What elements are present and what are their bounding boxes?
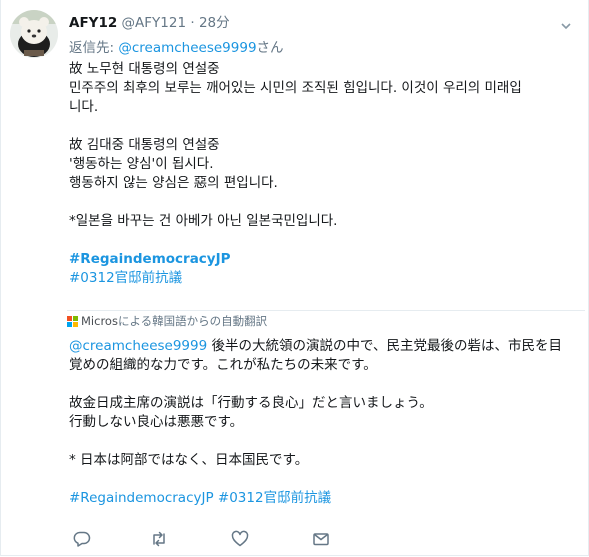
user-handle[interactable]: @AFY121 — [122, 15, 187, 31]
tweet-text: 故 노무현 대통령의 연설중 민주주의 최후의 보루는 깨어있는 시민의 조직된… — [69, 60, 579, 288]
separator-dot: · — [190, 15, 195, 31]
tweet-line: 故 김대중 대통령의 연설중 — [69, 137, 220, 153]
microsoft-logo-icon — [67, 316, 78, 327]
reply-mention-link[interactable]: @creamcheese9999 — [118, 40, 256, 56]
translation-provider[interactable]: Micros — [81, 314, 118, 328]
translation-line-rest: 後半の大統領の演説の中で、民主党最後の砦は、市民を目 — [207, 338, 562, 354]
hashtag-link[interactable]: #0312官邸前抗議 — [69, 269, 579, 288]
hashtag-link[interactable]: #RegaindemocracyJP — [69, 250, 579, 269]
tweet-line: 민주주의 최후의 보루는 깨어있는 시민의 조직된 힘입니다. 이것이 우리의 … — [69, 80, 522, 96]
translation-line: 行動しない良心は悪悪です。 — [69, 414, 244, 430]
tweet-line: *일본을 바꾸는 건 아베가 아닌 일본국민입니다. — [69, 213, 338, 229]
translation-line: 故金日成主席の演説は「行動する良心」だと言いましょう。 — [69, 395, 433, 411]
translation-blank-line — [69, 432, 581, 451]
tweet-line: 행동하지 않는 양심은 惡의 편입니다. — [69, 175, 278, 191]
translation-hashtags[interactable]: #RegaindemocracyJP #0312官邸前抗議 — [69, 489, 581, 508]
reply-prefix: 返信先: — [69, 40, 119, 56]
tweet-header: AFY12 @AFY121 · 28分 — [69, 11, 230, 31]
translation-line: * 日本は阿部ではなく、日本国民です。 — [69, 452, 309, 468]
reply-context: 返信先: @creamcheese9999さん — [69, 36, 284, 56]
translated-text: @creamcheese9999 後半の大統領の演説の中で、民主党最後の砦は、市… — [69, 337, 581, 508]
timestamp[interactable]: 28分 — [199, 15, 230, 31]
translation-attribution: Microsによる韓国語からの自動翻訳 — [67, 310, 585, 331]
chevron-down-icon[interactable] — [561, 16, 571, 30]
display-name[interactable]: AFY12 — [69, 15, 117, 31]
tweet-line: 니다. — [69, 99, 99, 115]
reply-icon[interactable] — [73, 530, 93, 550]
tweet-line: 故 노무현 대통령의 연설중 — [69, 61, 220, 77]
heart-icon[interactable] — [231, 530, 251, 550]
envelope-icon[interactable] — [312, 530, 332, 550]
avatar[interactable] — [10, 10, 58, 58]
retweet-icon[interactable] — [150, 530, 170, 550]
translation-blank-line — [69, 375, 581, 394]
avatar-image — [10, 10, 58, 58]
translation-line: @creamcheese9999 後半の大統領の演説の中で、民主党最後の砦は、市… — [69, 337, 581, 356]
translation-mention-link[interactable]: @creamcheese9999 — [69, 338, 207, 354]
translation-line: 覚めの組織的な力です。これが私たちの未来です。 — [69, 357, 377, 373]
translation-note: による韓国語からの自動翻訳 — [117, 314, 268, 328]
tweet-actions — [69, 530, 399, 550]
translation-blank-line — [69, 470, 581, 489]
reply-suffix: さん — [256, 40, 284, 56]
translation-label: Microsによる韓国語からの自動翻訳 — [81, 313, 267, 329]
tweet-line: '행동하는 양심'이 됩시다. — [69, 156, 214, 172]
